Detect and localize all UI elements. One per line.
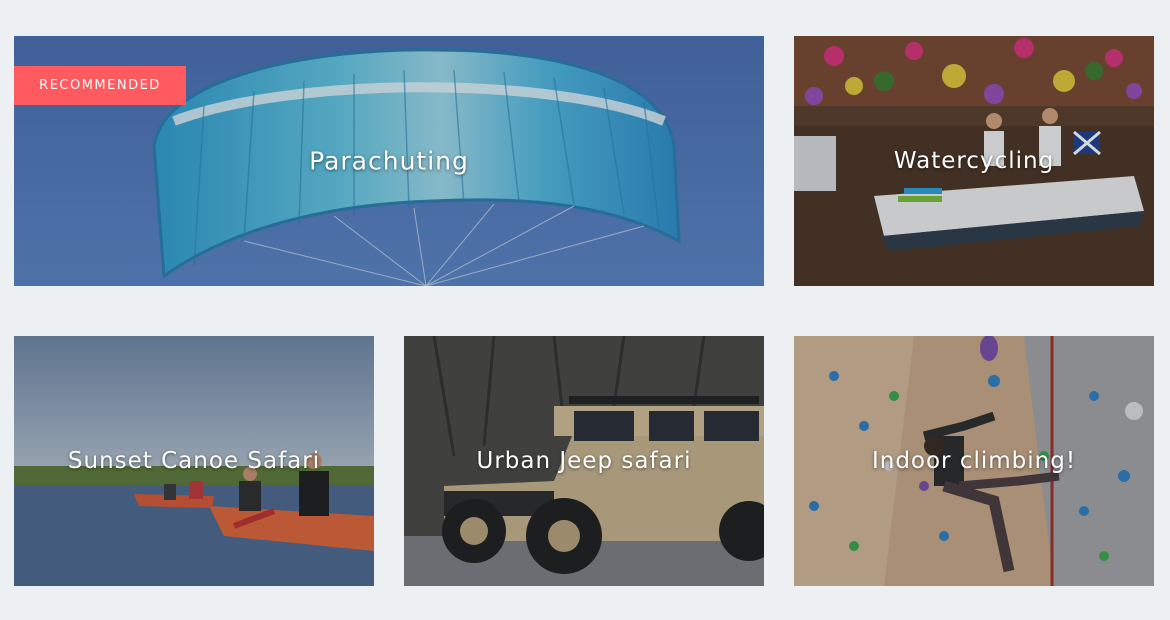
activity-card-jeep-safari[interactable]: Urban Jeep safari	[404, 336, 764, 586]
card-title: Urban Jeep safari	[476, 448, 692, 474]
activity-grid: RECOMMENDED Parachuting Watercycling Sun…	[0, 0, 1170, 620]
activity-card-canoe-safari[interactable]: Sunset Canoe Safari	[14, 336, 374, 586]
activity-card-watercycling[interactable]: Watercycling	[794, 36, 1154, 286]
card-title: Parachuting	[309, 146, 469, 176]
activity-card-parachuting[interactable]: RECOMMENDED Parachuting	[14, 36, 764, 286]
card-title: Sunset Canoe Safari	[67, 448, 321, 474]
card-title: Watercycling	[893, 148, 1055, 174]
recommended-badge: RECOMMENDED	[14, 66, 186, 105]
activity-card-indoor-climbing[interactable]: Indoor climbing!	[794, 336, 1154, 586]
card-title: Indoor climbing!	[871, 448, 1077, 474]
